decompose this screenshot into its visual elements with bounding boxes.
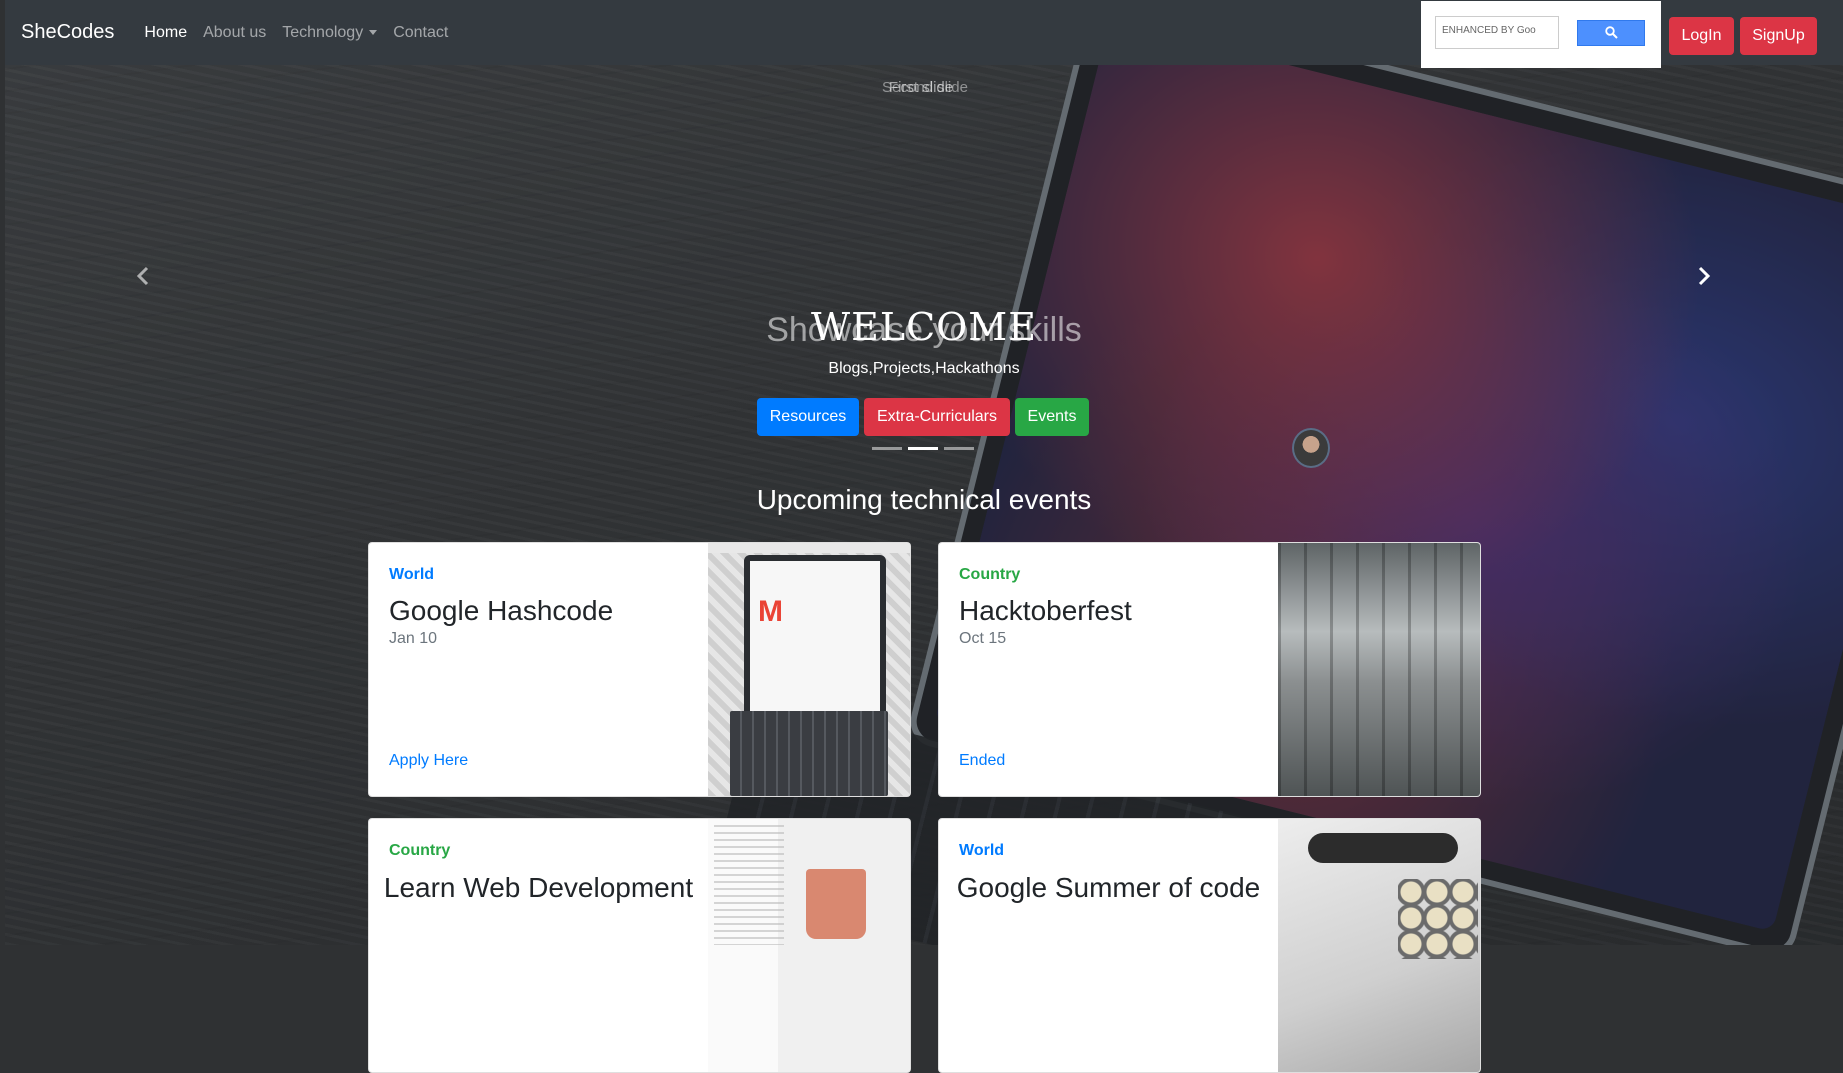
chevron-down-icon (369, 29, 378, 35)
event-category: World (959, 842, 1005, 859)
nav-links: Home About us Technology Contact (136, 24, 456, 42)
nav-contact[interactable]: Contact (385, 24, 456, 42)
event-title: Google Hashcode (389, 595, 614, 626)
event-category: Country (389, 842, 451, 859)
avatar[interactable] (1292, 428, 1330, 468)
carousel-indicator-2[interactable] (908, 447, 938, 450)
carousel-indicator-3[interactable] (944, 447, 974, 450)
event-title: Google Summer of code (956, 872, 1261, 903)
hero-background (5, 0, 1843, 945)
nav-technology-dropdown[interactable]: Technology (274, 24, 385, 42)
event-card: Country Learn Web Development (368, 818, 911, 1073)
event-title: Hacktoberfest (959, 595, 1132, 626)
event-card: Country Hacktoberfest Oct 15 Ended (938, 542, 1481, 797)
search-input[interactable]: ENHANCED BY Goo (1435, 16, 1559, 49)
office-crowd-photo (1278, 543, 1480, 796)
event-date: Jan 10 (389, 630, 438, 647)
nav-technology-label: Technology (282, 23, 364, 41)
google-search-box: ENHANCED BY Goo (1421, 1, 1661, 68)
events-heading: Upcoming technical events (756, 484, 1092, 515)
extra-curriculars-button[interactable]: Extra-Curriculars (864, 398, 1010, 436)
resources-button[interactable]: Resources (757, 398, 859, 436)
nav-home[interactable]: Home (136, 24, 195, 42)
hero-title: WELCOME (811, 305, 1037, 349)
brand-logo[interactable]: SheCodes (21, 21, 114, 44)
event-card: World Google Summer of code (938, 818, 1481, 1073)
hero-subtitle: Blogs,Projects,Hackathons (828, 360, 1020, 377)
event-title: Learn Web Development (383, 872, 694, 903)
carousel-next-icon[interactable] (1693, 266, 1713, 286)
event-card: World Google Hashcode Jan 10 Apply Here … (368, 542, 911, 797)
event-category: Country (959, 566, 1021, 583)
search-button[interactable] (1577, 20, 1645, 46)
code-mug-photo (708, 819, 910, 1072)
login-button[interactable]: LogIn (1669, 17, 1734, 55)
carousel-indicator-1[interactable] (872, 447, 902, 450)
nav-about[interactable]: About us (195, 24, 274, 42)
carousel-prev-icon[interactable] (134, 266, 154, 286)
ended-link[interactable]: Ended (959, 752, 1005, 770)
apply-link[interactable]: Apply Here (389, 752, 468, 770)
laptop-gmail-photo: M (708, 543, 910, 796)
signup-button[interactable]: SignUp (1740, 17, 1817, 55)
search-icon (1605, 26, 1618, 39)
event-category: World (389, 566, 435, 583)
slide-label-front: First slide (888, 79, 954, 96)
typewriter-photo (1278, 819, 1480, 1072)
event-date: Oct 15 (959, 630, 1007, 647)
events-button[interactable]: Events (1015, 398, 1089, 436)
